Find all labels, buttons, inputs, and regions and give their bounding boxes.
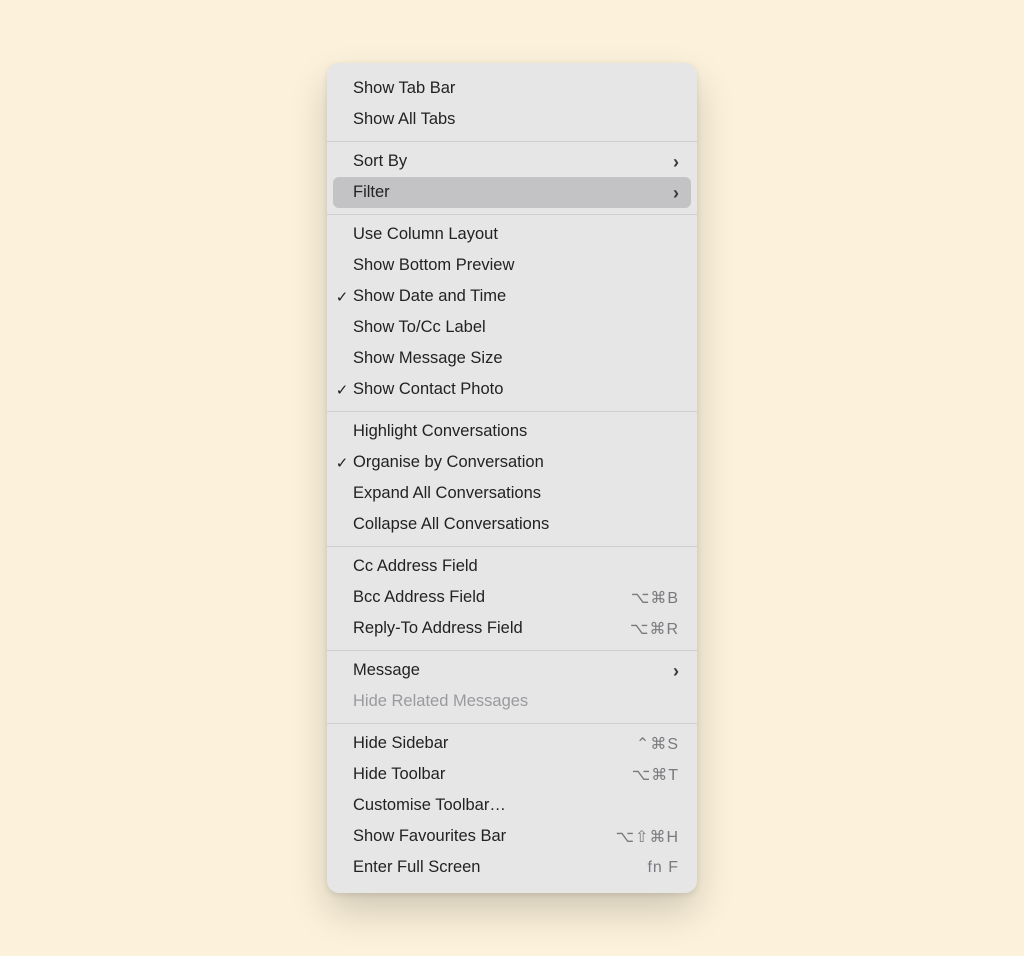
menu-item-label: Show Tab Bar	[353, 79, 679, 98]
menu-item-customise-toolbar[interactable]: Customise Toolbar…	[327, 790, 697, 821]
menu-item-enter-full-screen[interactable]: Enter Full Screenfn F	[327, 852, 697, 883]
chevron-right-icon: ›	[673, 662, 679, 680]
menu-item-label: Hide Toolbar	[353, 765, 632, 784]
menu-item-label: Show Message Size	[353, 349, 679, 368]
menu-item-message[interactable]: Message ›	[327, 655, 697, 686]
menu-item-cc-address-field[interactable]: Cc Address Field	[327, 551, 697, 582]
menu-item-label: Bcc Address Field	[353, 588, 631, 607]
checkmark-icon: ✓	[335, 288, 349, 306]
menu-group: Use Column LayoutShow Bottom Preview✓Sho…	[327, 214, 697, 407]
menu-item-show-message-size[interactable]: Show Message Size	[327, 343, 697, 374]
menu-group: Show Tab Bar Show All Tabs	[327, 71, 697, 137]
menu-item-label: Customise Toolbar…	[353, 796, 679, 815]
menu-group: Cc Address FieldBcc Address Field⌥⌘BRepl…	[327, 546, 697, 646]
menu-item-reply-to-address-field[interactable]: Reply-To Address Field⌥⌘R	[327, 613, 697, 644]
menu-item-hide-toolbar[interactable]: Hide Toolbar⌥⌘T	[327, 759, 697, 790]
menu-item-show-date-time[interactable]: ✓Show Date and Time	[327, 281, 697, 312]
menu-item-label: Hide Sidebar	[353, 734, 636, 753]
menu-item-label: Reply-To Address Field	[353, 619, 630, 638]
menu-group: Message › Hide Related Messages	[327, 650, 697, 719]
checkmark-icon: ✓	[335, 454, 349, 472]
menu-item-show-all-tabs[interactable]: Show All Tabs	[327, 104, 697, 135]
menu-item-shortcut: ⌃⌘S	[636, 734, 679, 754]
menu-item-label: Filter	[353, 183, 665, 202]
menu-item-show-tab-bar[interactable]: Show Tab Bar	[327, 73, 697, 104]
menu-item-collapse-all-conversations[interactable]: Collapse All Conversations	[327, 509, 697, 540]
menu-item-filter[interactable]: Filter ›	[333, 177, 691, 208]
menu-item-label: Organise by Conversation	[353, 453, 679, 472]
menu-item-expand-all-conversations[interactable]: Expand All Conversations	[327, 478, 697, 509]
menu-item-bcc-address-field[interactable]: Bcc Address Field⌥⌘B	[327, 582, 697, 613]
menu-item-shortcut: ⌥⌘B	[631, 588, 679, 608]
menu-item-label: Show Bottom Preview	[353, 256, 679, 275]
menu-item-label: Show Contact Photo	[353, 380, 679, 399]
menu-item-shortcut: ⌥⌘T	[632, 765, 679, 785]
menu-item-show-to-cc-label[interactable]: Show To/Cc Label	[327, 312, 697, 343]
menu-item-label: Sort By	[353, 152, 665, 171]
menu-item-use-column-layout[interactable]: Use Column Layout	[327, 219, 697, 250]
menu-item-sort-by[interactable]: Sort By ›	[327, 146, 697, 177]
menu-item-label: Show All Tabs	[353, 110, 679, 129]
menu-item-shortcut: ⌥⌘R	[630, 619, 679, 639]
menu-item-shortcut: fn F	[647, 859, 679, 877]
menu-item-label: Expand All Conversations	[353, 484, 679, 503]
menu-item-label: Cc Address Field	[353, 557, 679, 576]
menu-item-show-favourites-bar[interactable]: Show Favourites Bar⌥⇧⌘H	[327, 821, 697, 852]
menu-item-label: Message	[353, 661, 665, 680]
menu-item-label: Hide Related Messages	[353, 692, 679, 711]
menu-item-label: Show Favourites Bar	[353, 827, 616, 846]
menu-item-show-contact-photo[interactable]: ✓Show Contact Photo	[327, 374, 697, 405]
chevron-right-icon: ›	[673, 153, 679, 171]
menu-item-label: Collapse All Conversations	[353, 515, 679, 534]
menu-item-hide-sidebar[interactable]: Hide Sidebar⌃⌘S	[327, 728, 697, 759]
menu-item-organise-by-conversation[interactable]: ✓Organise by Conversation	[327, 447, 697, 478]
menu-item-label: Use Column Layout	[353, 225, 679, 244]
menu-item-label: Show Date and Time	[353, 287, 679, 306]
menu-item-show-bottom-preview[interactable]: Show Bottom Preview	[327, 250, 697, 281]
menu-item-label: Enter Full Screen	[353, 858, 647, 877]
menu-group: Hide Sidebar⌃⌘SHide Toolbar⌥⌘TCustomise …	[327, 723, 697, 885]
menu-item-label: Show To/Cc Label	[353, 318, 679, 337]
menu-group: Sort By › Filter ›	[327, 141, 697, 210]
menu-group: Highlight Conversations✓Organise by Conv…	[327, 411, 697, 542]
checkmark-icon: ✓	[335, 381, 349, 399]
view-menu: Show Tab Bar Show All Tabs Sort By › Filter ›…	[327, 63, 697, 893]
menu-item-shortcut: ⌥⇧⌘H	[616, 827, 679, 847]
menu-item-highlight-conversations[interactable]: Highlight Conversations	[327, 416, 697, 447]
menu-item-hide-related-messages: Hide Related Messages	[327, 686, 697, 717]
menu-item-label: Highlight Conversations	[353, 422, 679, 441]
chevron-right-icon: ›	[673, 184, 679, 202]
